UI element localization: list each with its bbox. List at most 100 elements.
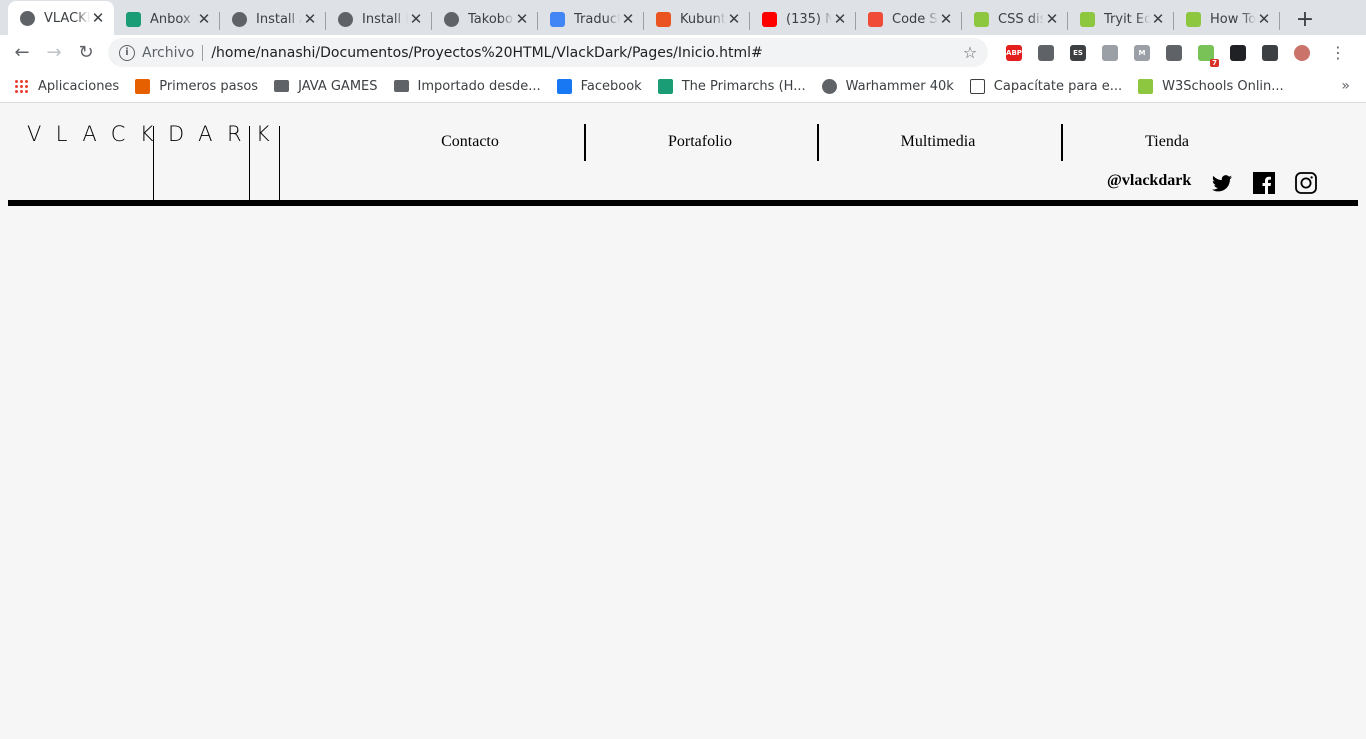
bookmark-label: W3Schools Onlin...	[1162, 78, 1284, 94]
omnibox-divider	[202, 44, 204, 61]
close-tab-icon[interactable]: ✕	[938, 10, 954, 28]
new-tab-button[interactable]: +	[1290, 3, 1320, 35]
nav-multimedia[interactable]: Multimedia	[848, 124, 1028, 160]
bookmark-item[interactable]: JAVA GAMES	[274, 78, 378, 94]
bookmark-item[interactable]: Aplicaciones	[14, 78, 120, 94]
bookmark-star-icon[interactable]: ☆	[960, 43, 980, 62]
bookmark-item[interactable]: Warhammer 40k	[821, 78, 954, 94]
nav-divider	[817, 124, 819, 161]
nav-divider	[1061, 124, 1063, 161]
gnome-icon	[1230, 44, 1246, 61]
extension-button[interactable]: ES	[1062, 37, 1094, 69]
close-tab-icon[interactable]: ✕	[832, 10, 848, 28]
browser-tab[interactable]: Traductor✕	[538, 3, 644, 35]
es-icon: ES	[1070, 44, 1086, 61]
extension-button[interactable]	[1222, 37, 1254, 69]
w3schools-icon	[974, 11, 989, 27]
tab-title: Anbox	[150, 11, 191, 27]
extension-button[interactable]	[1030, 37, 1062, 69]
globe-icon	[338, 11, 353, 27]
bookmark-item[interactable]: Primeros pasos	[135, 78, 259, 94]
bookmark-item[interactable]: Capacítate para e...	[969, 78, 1122, 94]
close-tab-icon[interactable]: ✕	[620, 10, 636, 28]
bookmark-item[interactable]: Facebook	[556, 78, 642, 94]
tab-title: Install Anbox	[256, 11, 302, 27]
nav-portafolio[interactable]: Portafolio	[610, 124, 790, 160]
close-tab-icon[interactable]: ✕	[1044, 10, 1060, 28]
close-tab-icon[interactable]: ✕	[196, 10, 212, 28]
bookmark-item[interactable]: The Primarchs (H...	[657, 78, 806, 94]
logo-line-2	[249, 126, 250, 200]
browser-tab[interactable]: (135) NieR✕	[750, 3, 856, 35]
globe-icon	[20, 10, 35, 26]
adblock-plus-icon: ABP	[1006, 44, 1022, 61]
extension-badge: 7	[1210, 58, 1219, 67]
tab-title: Takoboto	[468, 11, 514, 27]
browser-tab[interactable]: Install Anbox✕	[220, 3, 326, 35]
android-icon: 7	[1198, 44, 1219, 67]
browser-tab[interactable]: CSS display✕	[962, 3, 1068, 35]
ubuntu-forums-icon	[656, 11, 671, 27]
close-tab-icon[interactable]: ✕	[514, 10, 530, 28]
bookmark-label: Aplicaciones	[38, 78, 120, 94]
close-tab-icon[interactable]: ✕	[726, 10, 742, 28]
logo-line-3	[279, 126, 280, 200]
browser-tab[interactable]: How To ✕	[1174, 3, 1280, 35]
facebook-icon	[556, 78, 572, 94]
close-tab-icon[interactable]: ✕	[408, 10, 424, 28]
address-bar[interactable]: i Archivo /home/nanashi/Documentos/Proye…	[108, 38, 988, 67]
close-tab-icon[interactable]: ✕	[1256, 10, 1272, 28]
scheme-label: Archivo	[142, 44, 195, 61]
browser-tab[interactable]: Code Snippets✕	[856, 3, 962, 35]
bookmark-item[interactable]: W3Schools Onlin...	[1138, 78, 1284, 94]
extension-button[interactable]: ABP	[998, 37, 1030, 69]
profile-avatar[interactable]	[1286, 37, 1318, 69]
browser-menu-icon[interactable]: ⋮	[1326, 43, 1350, 62]
w3schools-icon	[1186, 11, 1201, 27]
facebook-icon[interactable]	[1253, 172, 1275, 194]
arrow-icon	[1262, 44, 1278, 61]
browser-tab[interactable]: Kubuntu✕	[644, 3, 750, 35]
more-bookmarks-icon[interactable]: »	[1341, 78, 1350, 94]
tab-title: Code Snippets	[892, 11, 938, 27]
forward-button[interactable]: →	[38, 37, 70, 69]
tab-title: (135) NieR	[786, 11, 832, 27]
bookmark-label: JAVA GAMES	[298, 78, 378, 94]
nav-tienda[interactable]: Tienda	[1077, 124, 1257, 160]
extension-button[interactable]: M	[1126, 37, 1158, 69]
browser-tab[interactable]: Anbox ✕	[114, 3, 220, 35]
bookmark-label: The Primarchs (H...	[681, 78, 806, 94]
close-tab-icon[interactable]: ✕	[90, 9, 106, 27]
reload-button[interactable]: ↻	[70, 37, 102, 69]
extension-button[interactable]	[1254, 37, 1286, 69]
layout-icon	[1102, 44, 1118, 61]
twitter-icon[interactable]	[1211, 172, 1233, 194]
instagram-icon[interactable]	[1295, 172, 1317, 194]
extension-button[interactable]	[1158, 37, 1190, 69]
w3schools-icon	[1138, 78, 1154, 94]
bookmark-label: Importado desde...	[417, 78, 541, 94]
edit-icon	[969, 78, 985, 94]
code-snippets-icon	[868, 11, 883, 27]
google-translate-icon	[550, 11, 565, 27]
tab-title: Install Kubuntu	[362, 11, 408, 27]
close-tab-icon[interactable]: ✕	[1150, 10, 1166, 28]
close-tab-icon[interactable]: ✕	[302, 10, 318, 28]
bookmark-label: Primeros pasos	[159, 78, 259, 94]
firefox-icon	[135, 78, 151, 94]
folder-icon	[274, 80, 290, 92]
browser-tab[interactable]: Takoboto✕	[432, 3, 538, 35]
browser-tab[interactable]: Tryit Editor✕	[1068, 3, 1174, 35]
page-content: VLACKDARK Contacto Portafolio Multimedia…	[0, 104, 1366, 739]
url-text[interactable]: /home/nanashi/Documentos/Proyectos%20HTM…	[211, 45, 960, 61]
back-button[interactable]: ←	[6, 37, 38, 69]
browser-tab[interactable]: VLACKDARK✕	[8, 1, 114, 35]
tab-title: VLACKDARK	[44, 10, 90, 26]
info-icon[interactable]: i	[119, 44, 135, 61]
browser-tab[interactable]: Install Kubuntu✕	[326, 3, 432, 35]
bookmark-item[interactable]: Importado desde...	[393, 78, 541, 94]
extension-button[interactable]	[1094, 37, 1126, 69]
nav-contacto[interactable]: Contacto	[380, 124, 560, 160]
extension-button[interactable]: 7	[1190, 37, 1222, 69]
site-logo[interactable]: VLACKDARK	[27, 122, 284, 146]
